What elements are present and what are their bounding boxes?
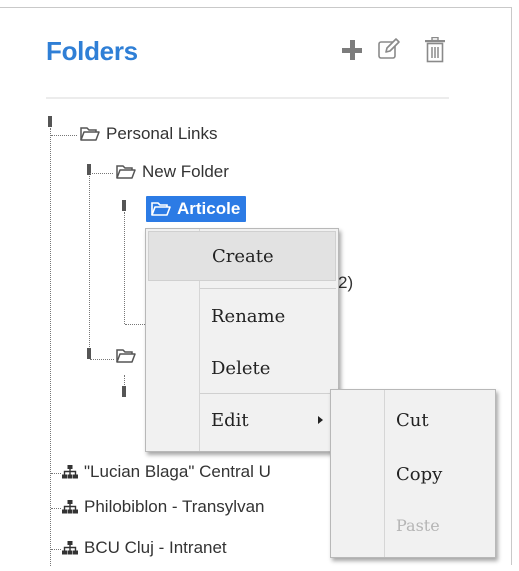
tree-line	[51, 508, 61, 509]
menu-separator	[200, 393, 336, 394]
folder-open-icon	[116, 165, 136, 179]
menu-separator	[200, 288, 336, 289]
tree-line	[124, 212, 125, 324]
tree-line	[125, 324, 147, 325]
tree-node-marker	[87, 348, 91, 359]
tree-node-label: Articole	[177, 199, 241, 218]
tree-line	[51, 135, 77, 136]
tree-node-bcu-cluj[interactable]: BCU Cluj - Intranet	[62, 538, 227, 558]
menu-item-label: Delete	[211, 357, 271, 379]
tree-line	[51, 473, 61, 474]
tree-node-label: Philobiblon - Transylvan	[84, 497, 265, 516]
menu-item-rename[interactable]: Rename	[148, 291, 336, 341]
tree-node-label: Personal Links	[106, 124, 218, 143]
menu-item-label: Rename	[211, 305, 286, 327]
tree-node-label: "Lucian Blaga" Central U	[84, 462, 271, 481]
tree-node-marker	[122, 200, 126, 211]
menu-item-label: Cut	[396, 409, 429, 431]
menu-item-edit[interactable]: Edit	[148, 395, 336, 445]
tree-node-label: 2)	[338, 273, 354, 292]
folder-open-icon	[151, 202, 171, 216]
context-menu: Create Rename Delete Edit	[145, 228, 339, 452]
add-icon[interactable]	[342, 40, 362, 60]
tree-line	[50, 128, 51, 566]
tree-line	[89, 176, 90, 359]
menu-item-label: Copy	[396, 463, 443, 485]
tree-node-label: New Folder	[142, 162, 229, 181]
tree-node-new-folder[interactable]: New Folder	[116, 162, 229, 182]
tree-node-marker	[48, 116, 52, 127]
header-divider	[46, 97, 449, 99]
tree-node-personal-links[interactable]: Personal Links	[80, 124, 218, 144]
sitemap-icon	[62, 541, 78, 555]
tree-node-articole[interactable]: Articole	[146, 196, 247, 222]
folder-open-icon	[116, 349, 136, 363]
tree-line	[90, 359, 114, 360]
trash-icon[interactable]	[424, 37, 446, 63]
sitemap-icon	[62, 465, 78, 479]
tree-node-marker	[122, 386, 126, 397]
folder-open-icon	[80, 127, 100, 141]
submenu-arrow-icon	[318, 416, 323, 424]
edit-icon[interactable]	[377, 37, 401, 61]
menu-item-label: Create	[212, 245, 274, 267]
menu-item-cut[interactable]: Cut	[333, 395, 493, 445]
sitemap-icon	[62, 500, 78, 514]
tree-node-label: BCU Cluj - Intranet	[84, 538, 227, 557]
menu-item-delete[interactable]: Delete	[148, 343, 336, 393]
tree-node-fragment: 2)	[338, 273, 353, 293]
edit-submenu: Cut Copy Paste	[330, 389, 496, 558]
tree-line	[51, 549, 61, 550]
menu-item-create[interactable]: Create	[148, 231, 336, 281]
tree-node-lucian-blaga[interactable]: "Lucian Blaga" Central U	[62, 462, 271, 482]
menu-item-label: Edit	[211, 409, 249, 431]
tree-node-philobiblon[interactable]: Philobiblon - Transylvan	[62, 497, 264, 517]
menu-item-label: Paste	[396, 515, 440, 535]
tree-node-folder-partial[interactable]	[116, 348, 136, 364]
menu-item-copy[interactable]: Copy	[333, 449, 493, 499]
menu-item-paste[interactable]: Paste	[333, 500, 493, 550]
tree-line	[90, 173, 113, 174]
panel-title: Folders	[46, 36, 138, 66]
